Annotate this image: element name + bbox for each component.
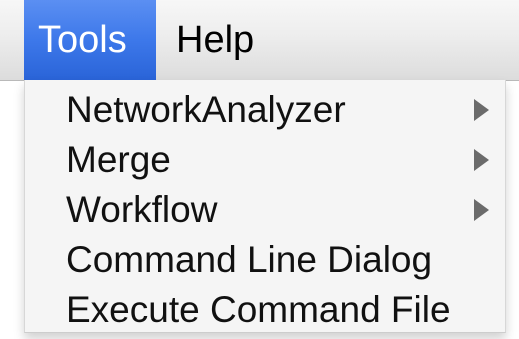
submenu-arrow-icon (474, 149, 489, 171)
menu-item-label: Workflow (66, 189, 218, 230)
tools-dropdown-menu: NetworkAnalyzer Merge Workflow Command L… (24, 80, 506, 333)
menu-item-networkanalyzer[interactable]: NetworkAnalyzer (25, 85, 505, 135)
menu-item-label: Command Line Dialog (66, 239, 433, 280)
menu-item-workflow[interactable]: Workflow (25, 185, 505, 235)
menu-help[interactable]: Help (176, 0, 276, 80)
menu-item-merge[interactable]: Merge (25, 135, 505, 185)
screen: Tools Help NetworkAnalyzer Merge Workflo… (0, 0, 519, 339)
menu-bar: Tools Help (0, 0, 519, 81)
menu-item-command-line-dialog[interactable]: Command Line Dialog (25, 235, 505, 285)
menu-item-execute-command-file[interactable]: Execute Command File (25, 285, 505, 335)
submenu-arrow-icon (474, 99, 489, 121)
menu-item-label: Execute Command File (66, 289, 451, 330)
menu-help-label: Help (176, 19, 255, 61)
menu-item-label: Merge (66, 139, 171, 180)
menu-tools[interactable]: Tools (24, 0, 156, 80)
submenu-arrow-icon (474, 199, 489, 221)
menu-tools-label: Tools (38, 19, 127, 61)
menu-item-label: NetworkAnalyzer (66, 89, 346, 130)
